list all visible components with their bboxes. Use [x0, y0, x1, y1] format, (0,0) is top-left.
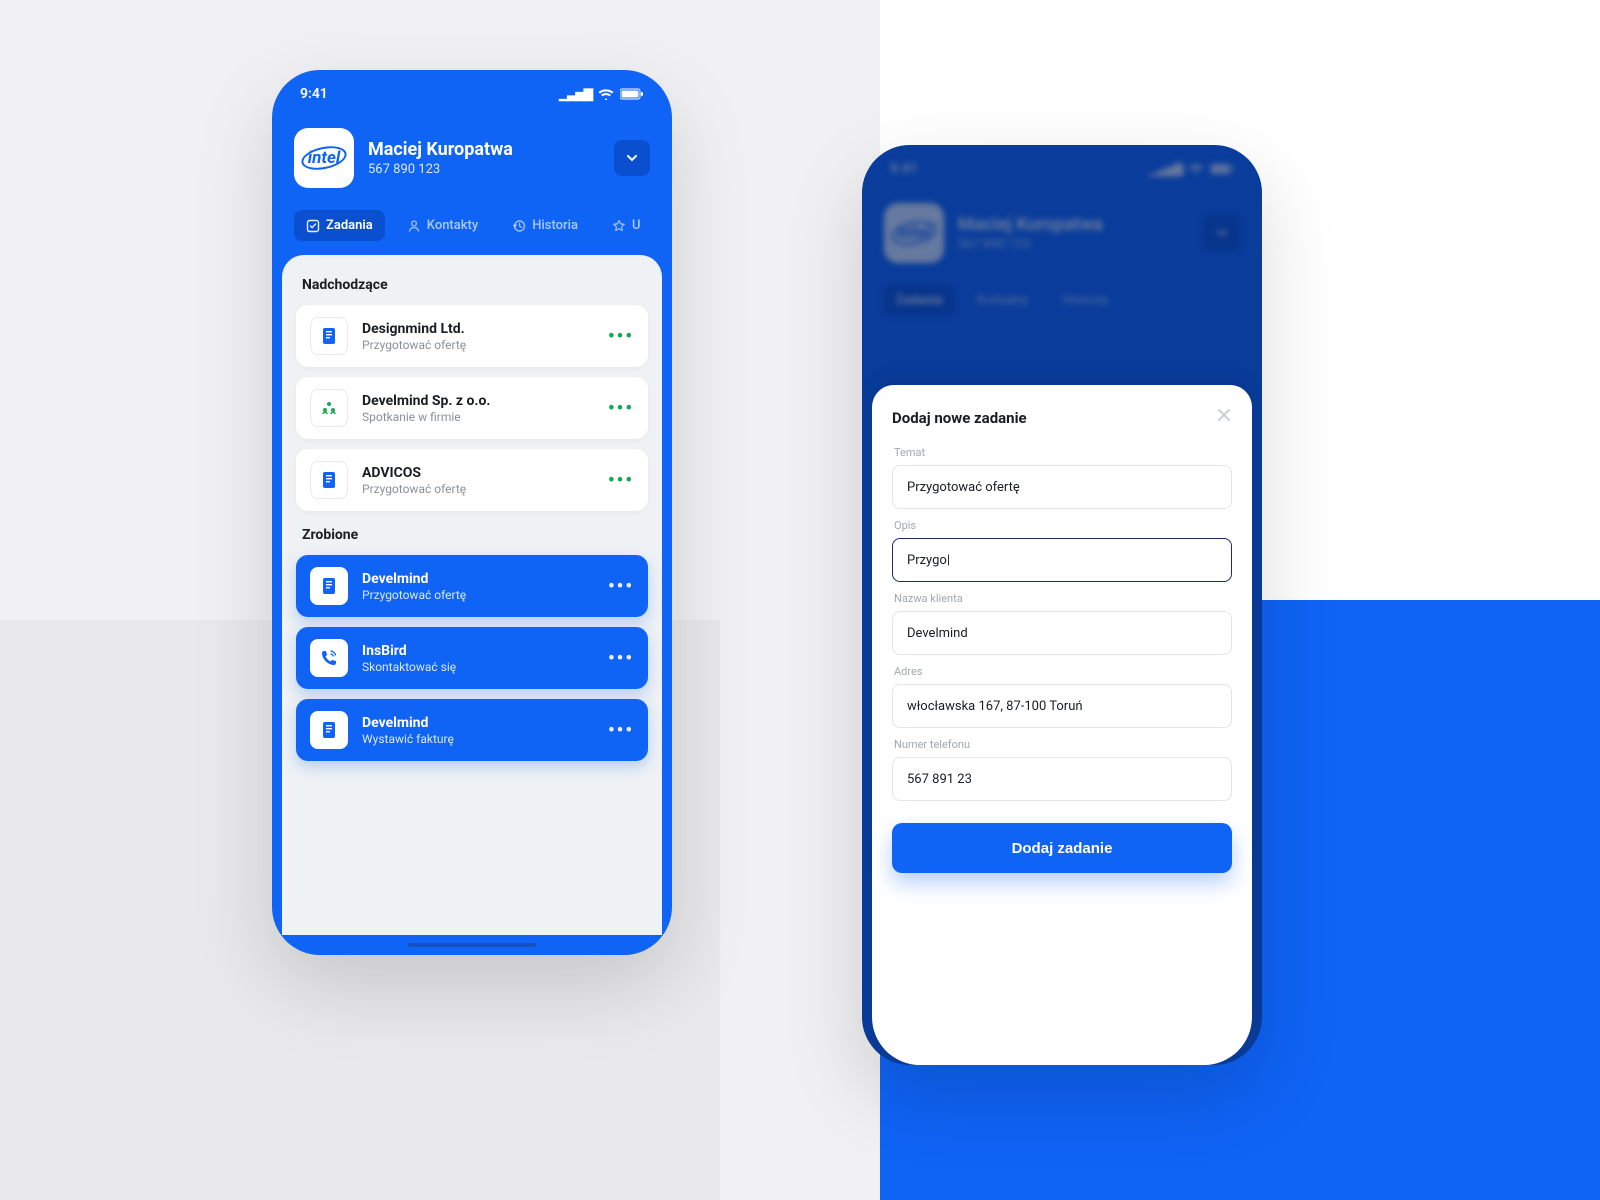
phone-add-task-screen: 9:41 ▁▃▅▇ intel Maciej Kuropatwa 567 890…	[862, 145, 1262, 1065]
task-company: Designmind Ltd.	[362, 321, 594, 337]
tab-historia[interactable]: Historia	[500, 210, 590, 241]
task-desc: Przygotować ofertę	[362, 338, 594, 352]
tasks-panel: Nadchodzące Designmind Ltd. Przygotować …	[282, 255, 662, 935]
contact-phone: 567 890 123	[368, 162, 600, 177]
status-icons: ▁▃▅▇	[559, 87, 644, 101]
avatar: intel	[884, 203, 944, 263]
cellular-icon: ▁▃▅▇	[1149, 162, 1182, 176]
input-topic[interactable]: Przygotować ofertę	[892, 465, 1232, 509]
task-company: ADVICOS	[362, 465, 594, 481]
phone-tasks-screen: 9:41 ▁▃▅▇ intel Maciej Kuropatwa 567 890…	[272, 70, 672, 955]
tabs-row: Zadania Kontakty Historia U	[272, 204, 672, 255]
checklist-icon	[306, 219, 320, 233]
task-company: Develmind	[362, 571, 594, 587]
add-task-sheet: Dodaj nowe zadanie Temat Przygotować ofe…	[872, 385, 1252, 1065]
battery-icon	[1210, 163, 1234, 175]
doc-icon	[310, 461, 348, 499]
task-card[interactable]: ADVICOS Przygotować ofertę •••	[296, 449, 648, 511]
task-card-done[interactable]: Develmind Przygotować ofertę •••	[296, 555, 648, 617]
more-button[interactable]: •••	[608, 398, 634, 419]
label-topic: Temat	[894, 446, 1232, 459]
status-time: 9:41	[890, 161, 918, 177]
chevron-down-icon	[625, 151, 639, 165]
close-button[interactable]	[1216, 407, 1232, 428]
meeting-icon	[310, 389, 348, 427]
label-phone: Numer telefonu	[894, 738, 1232, 751]
wifi-icon	[1188, 163, 1204, 175]
task-company: Develmind Sp. z o.o.	[362, 393, 594, 409]
tab-label: Kontakty	[427, 218, 478, 233]
task-company: InsBird	[362, 643, 594, 659]
battery-icon	[620, 88, 644, 100]
cellular-icon: ▁▃▅▇	[559, 87, 592, 101]
wifi-icon	[598, 88, 614, 100]
tab-favorites[interactable]: U	[600, 210, 653, 241]
task-card[interactable]: Designmind Ltd. Przygotować ofertę •••	[296, 305, 648, 367]
doc-icon	[310, 711, 348, 749]
person-icon	[407, 219, 421, 233]
doc-icon	[310, 317, 348, 355]
tabs-row-dimmed: Zadania Kontakty Historia	[862, 279, 1262, 330]
section-upcoming-title: Nadchodzące	[302, 277, 642, 293]
status-bar: 9:41 ▁▃▅▇	[862, 145, 1262, 185]
status-bar: 9:41 ▁▃▅▇	[272, 70, 672, 110]
history-icon	[512, 219, 526, 233]
tab-label: U	[632, 218, 641, 233]
input-desc[interactable]: Przygo|	[892, 538, 1232, 582]
contact-name: Maciej Kuropatwa	[368, 139, 600, 160]
expand-contact-button	[1204, 215, 1240, 251]
close-icon	[1216, 407, 1232, 423]
label-address: Adres	[894, 665, 1232, 678]
home-indicator	[408, 943, 536, 947]
section-done-title: Zrobione	[302, 527, 642, 543]
sheet-title: Dodaj nowe zadanie	[892, 409, 1027, 427]
contact-header-dimmed: intel Maciej Kuropatwa 567 890 123	[862, 185, 1262, 279]
input-phone[interactable]: 567 891 23	[892, 757, 1232, 801]
expand-contact-button[interactable]	[614, 140, 650, 176]
star-icon	[612, 219, 626, 233]
input-address[interactable]: włocławska 167, 87-100 Toruń	[892, 684, 1232, 728]
more-button[interactable]: •••	[608, 576, 634, 597]
label-client: Nazwa klienta	[894, 592, 1232, 605]
submit-button[interactable]: Dodaj zadanie	[892, 823, 1232, 873]
task-desc: Przygotować ofertę	[362, 588, 594, 602]
tab-label: Zadania	[326, 218, 373, 233]
more-button[interactable]: •••	[608, 648, 634, 669]
contact-header: intel Maciej Kuropatwa 567 890 123	[272, 110, 672, 204]
status-icons: ▁▃▅▇	[1149, 162, 1234, 176]
task-desc: Spotkanie w firmie	[362, 410, 594, 424]
more-button[interactable]: •••	[608, 470, 634, 491]
task-company: Develmind	[362, 715, 594, 731]
label-desc: Opis	[894, 519, 1232, 532]
task-desc: Skontaktować się	[362, 660, 594, 674]
tab-label: Historia	[532, 218, 578, 233]
task-desc: Wystawić fakturę	[362, 732, 594, 746]
task-card-done[interactable]: InsBird Skontaktować się •••	[296, 627, 648, 689]
task-card-done[interactable]: Develmind Wystawić fakturę •••	[296, 699, 648, 761]
avatar[interactable]: intel	[294, 128, 354, 188]
task-desc: Przygotować ofertę	[362, 482, 594, 496]
task-card[interactable]: Develmind Sp. z o.o. Spotkanie w firmie …	[296, 377, 648, 439]
input-client[interactable]: Develmind	[892, 611, 1232, 655]
more-button[interactable]: •••	[608, 720, 634, 741]
more-button[interactable]: •••	[608, 326, 634, 347]
status-time: 9:41	[300, 86, 328, 102]
call-icon	[310, 639, 348, 677]
tab-kontakty[interactable]: Kontakty	[395, 210, 490, 241]
tab-zadania[interactable]: Zadania	[294, 210, 385, 241]
doc-icon	[310, 567, 348, 605]
